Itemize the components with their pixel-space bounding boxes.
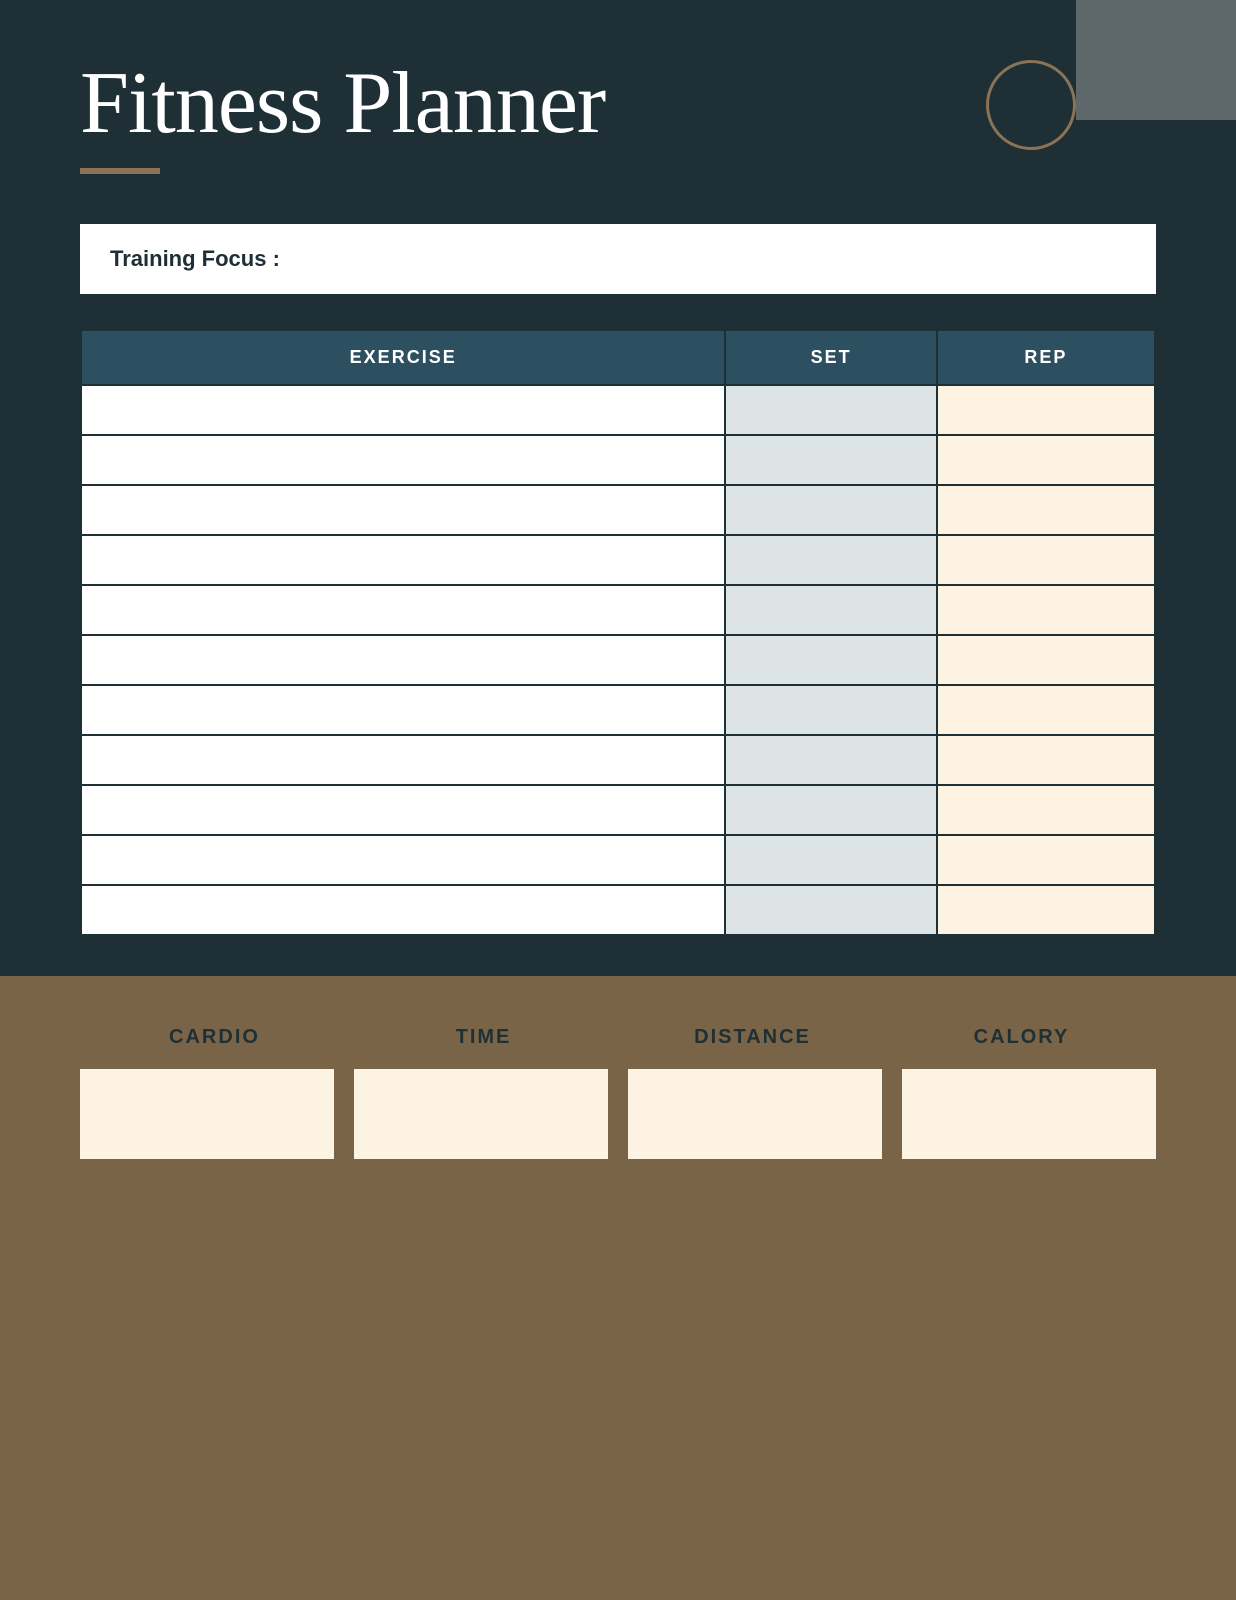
set-cell[interactable]	[725, 735, 936, 785]
table-row	[81, 485, 1155, 535]
training-focus-box: Training Focus :	[80, 224, 1156, 294]
table-row	[81, 735, 1155, 785]
set-cell[interactable]	[725, 835, 936, 885]
table-row	[81, 585, 1155, 635]
rep-cell[interactable]	[937, 835, 1155, 885]
distance-input[interactable]	[628, 1069, 882, 1159]
rep-cell[interactable]	[937, 485, 1155, 535]
set-header: SET	[725, 330, 936, 385]
exercise-header: EXERCISE	[81, 330, 725, 385]
set-cell[interactable]	[725, 385, 936, 435]
cardio-headers: CARDIO TIME DISTANCE CALORY	[80, 1026, 1156, 1049]
calory-input[interactable]	[902, 1069, 1156, 1159]
set-cell[interactable]	[725, 635, 936, 685]
set-cell[interactable]	[725, 435, 936, 485]
rep-cell[interactable]	[937, 635, 1155, 685]
table-row	[81, 385, 1155, 435]
cardio-header: CARDIO	[80, 1026, 349, 1049]
distance-header: DISTANCE	[618, 1026, 887, 1049]
decorative-rectangle	[1076, 0, 1236, 120]
exercise-cell[interactable]	[81, 635, 725, 685]
exercise-cell[interactable]	[81, 585, 725, 635]
table-row	[81, 785, 1155, 835]
rep-cell[interactable]	[937, 885, 1155, 935]
exercise-cell[interactable]	[81, 385, 725, 435]
table-row	[81, 835, 1155, 885]
cardio-data-row	[80, 1069, 1156, 1159]
set-cell[interactable]	[725, 585, 936, 635]
set-cell[interactable]	[725, 785, 936, 835]
exercise-cell[interactable]	[81, 485, 725, 535]
set-cell[interactable]	[725, 485, 936, 535]
rep-cell[interactable]	[937, 785, 1155, 835]
cardio-input[interactable]	[80, 1069, 334, 1159]
table-row	[81, 435, 1155, 485]
title-underline	[80, 168, 160, 174]
exercise-table: EXERCISE SET REP	[80, 329, 1156, 936]
table-row	[81, 535, 1155, 585]
table-row	[81, 885, 1155, 935]
table-row	[81, 685, 1155, 735]
calory-header: CALORY	[887, 1026, 1156, 1049]
rep-cell[interactable]	[937, 385, 1155, 435]
fitness-planner-page: Fitness Planner Training Focus : EXERCIS…	[0, 0, 1236, 1600]
exercise-cell[interactable]	[81, 435, 725, 485]
time-input[interactable]	[354, 1069, 608, 1159]
exercise-cell[interactable]	[81, 785, 725, 835]
rep-cell[interactable]	[937, 435, 1155, 485]
exercise-cell[interactable]	[81, 885, 725, 935]
table-row	[81, 635, 1155, 685]
rep-header: REP	[937, 330, 1155, 385]
exercise-cell[interactable]	[81, 685, 725, 735]
set-cell[interactable]	[725, 885, 936, 935]
training-focus-label: Training Focus :	[110, 246, 280, 271]
time-header: TIME	[349, 1026, 618, 1049]
rep-cell[interactable]	[937, 685, 1155, 735]
decorative-circle	[986, 60, 1076, 150]
rep-cell[interactable]	[937, 535, 1155, 585]
set-cell[interactable]	[725, 535, 936, 585]
cardio-section: CARDIO TIME DISTANCE CALORY	[0, 976, 1236, 1600]
exercise-cell[interactable]	[81, 735, 725, 785]
rep-cell[interactable]	[937, 735, 1155, 785]
set-cell[interactable]	[725, 685, 936, 735]
top-section: Fitness Planner Training Focus : EXERCIS…	[0, 0, 1236, 976]
exercise-cell[interactable]	[81, 535, 725, 585]
exercise-cell[interactable]	[81, 835, 725, 885]
rep-cell[interactable]	[937, 585, 1155, 635]
